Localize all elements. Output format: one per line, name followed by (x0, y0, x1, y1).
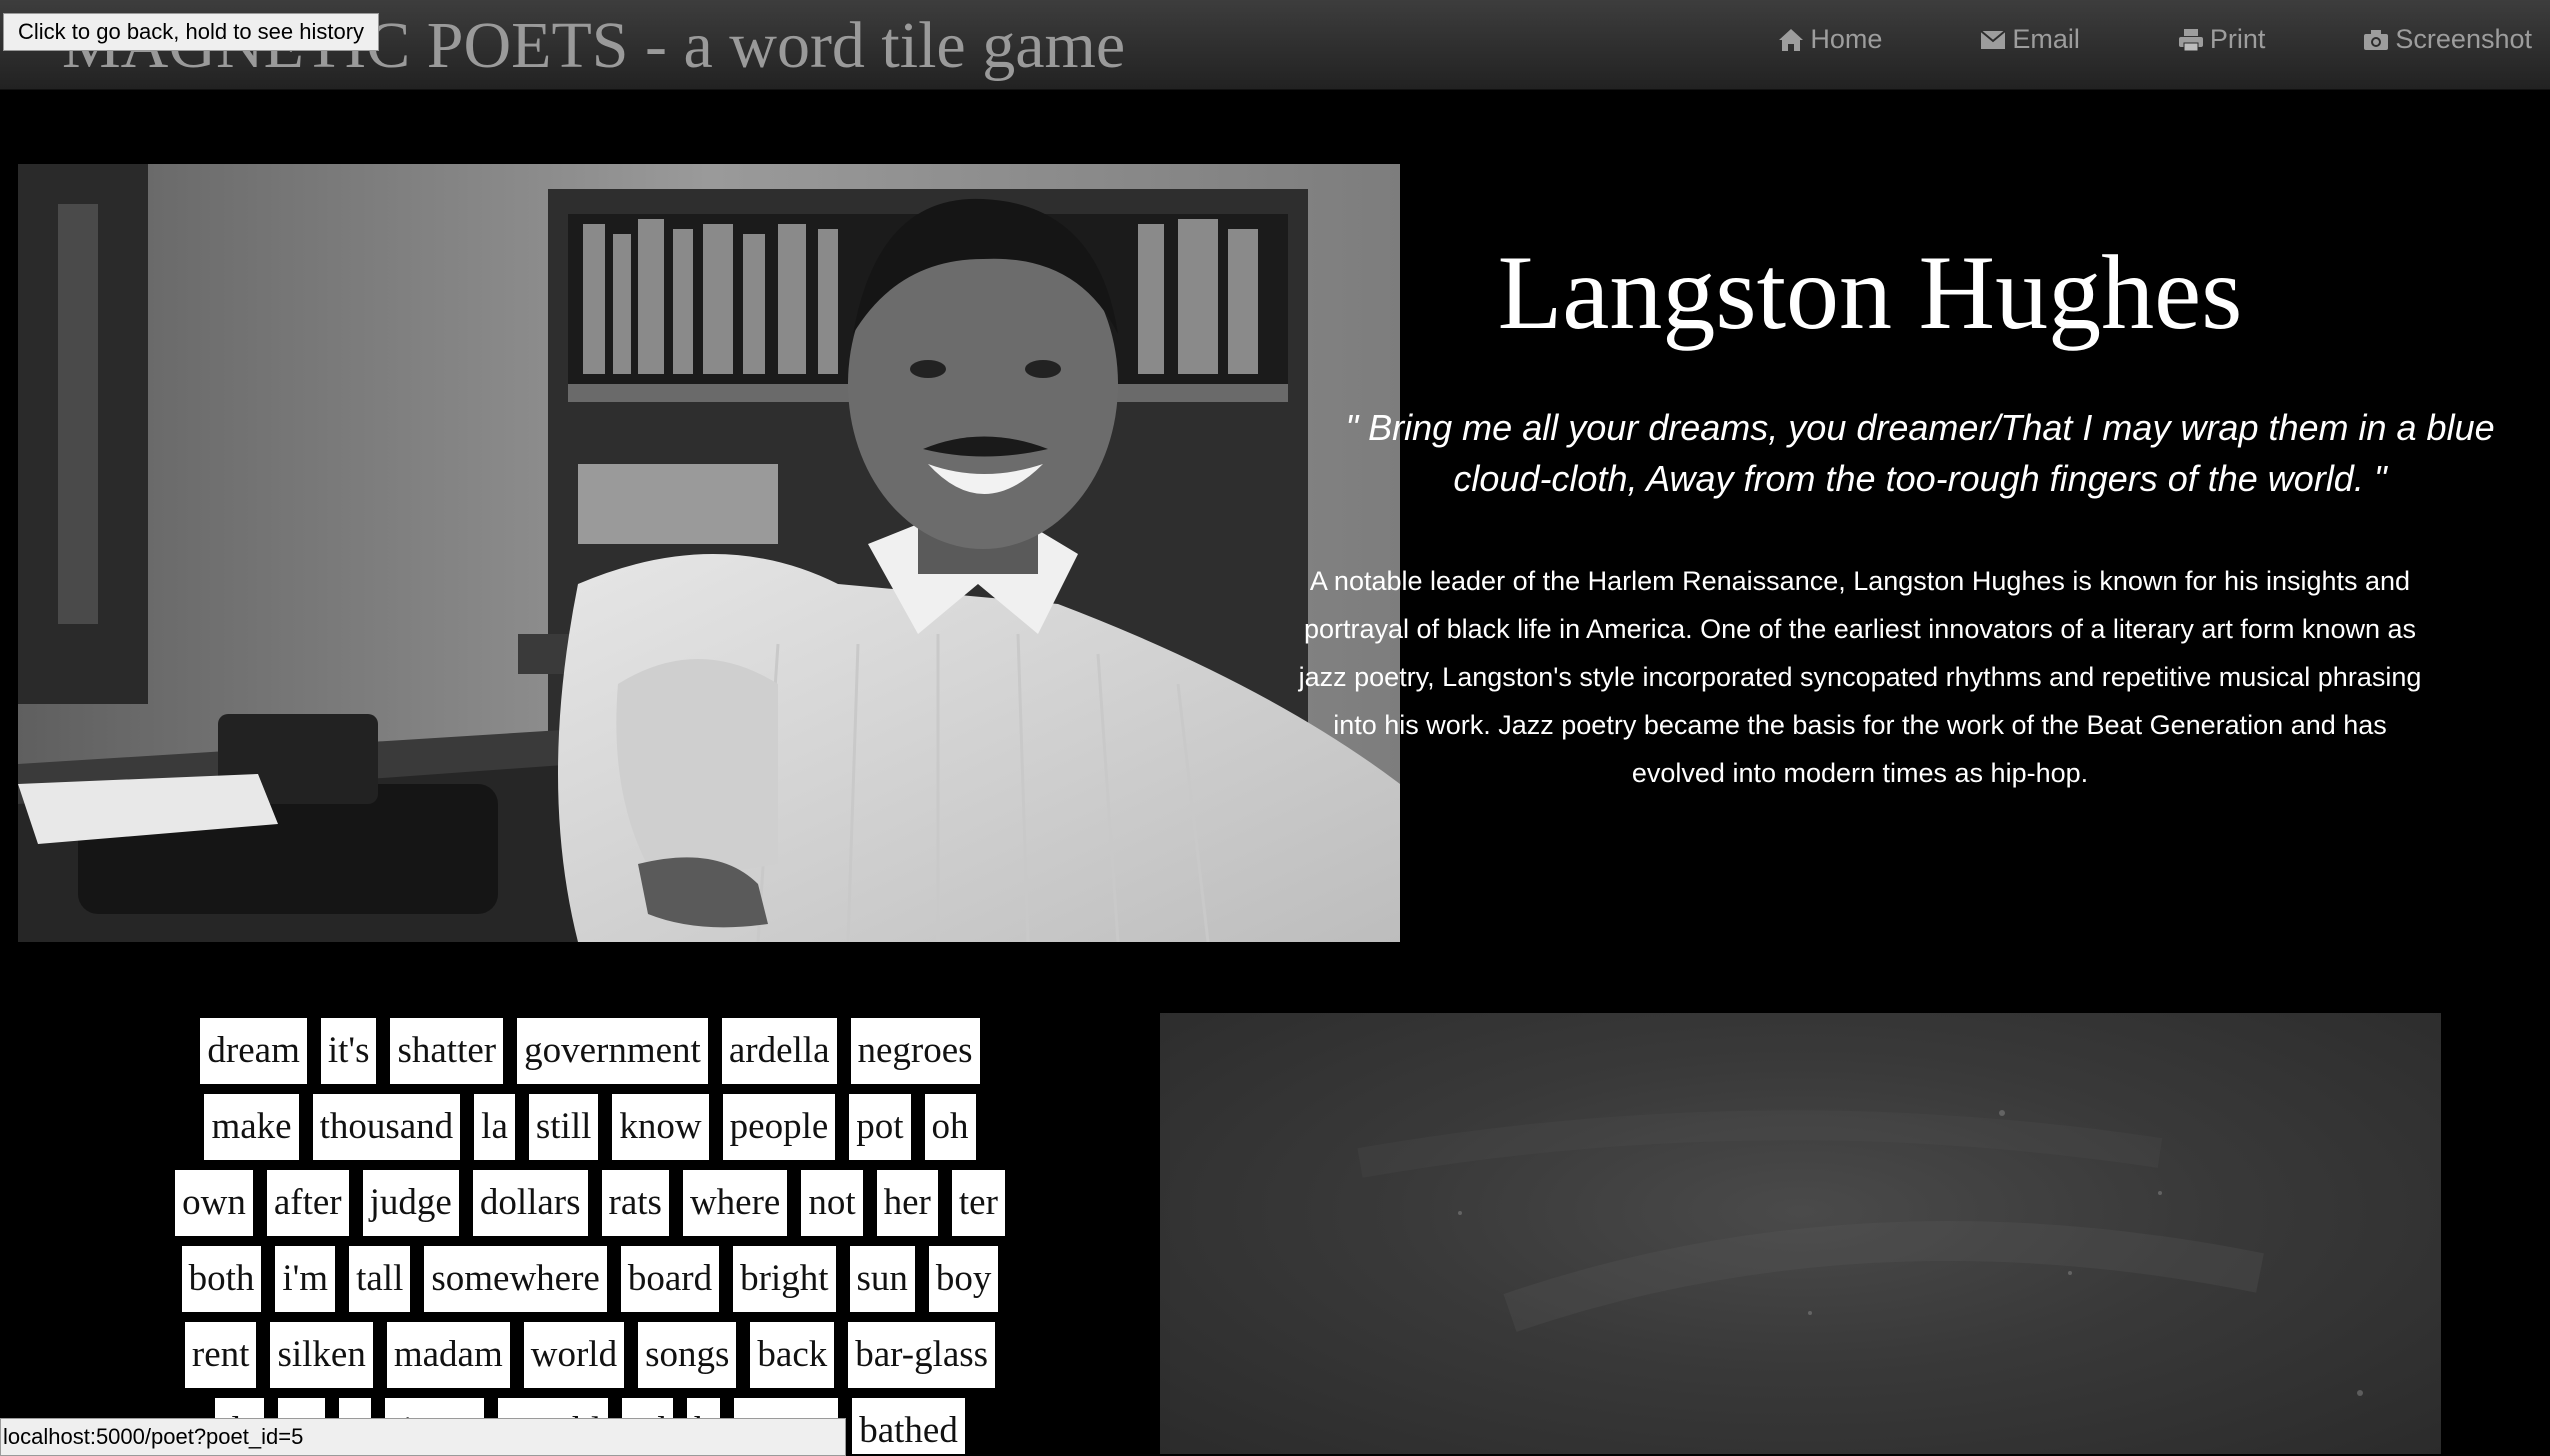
nav-links: Home Email Print Screenshot (1680, 24, 2532, 55)
nav-home-link[interactable]: Home (1778, 24, 1882, 55)
word-tile[interactable]: people (722, 1094, 836, 1160)
nav-email-label: Email (2012, 24, 2080, 54)
nav-screenshot-label: Screenshot (2395, 24, 2532, 54)
poet-quote: " Bring me all your dreams, you dreamer/… (1345, 407, 2495, 499)
tile-row: dream it's shatter government ardella negroes (140, 1018, 1040, 1084)
home-icon (1779, 28, 1804, 51)
word-tile[interactable]: thousand (312, 1094, 461, 1160)
nav-print-link[interactable]: Print (2178, 24, 2266, 55)
word-tile[interactable]: la (474, 1094, 515, 1160)
word-tile[interactable]: know (612, 1094, 709, 1160)
word-tile[interactable]: still (528, 1094, 599, 1160)
word-tile[interactable]: judge (362, 1170, 459, 1236)
nav-home-label: Home (1810, 24, 1883, 54)
tile-row: both i'm tall somewhere board bright sun boy (140, 1246, 1040, 1312)
word-tile[interactable]: government (517, 1018, 708, 1084)
word-tile[interactable]: board (620, 1246, 720, 1312)
word-tile[interactable]: not (801, 1170, 863, 1236)
word-tile[interactable]: ardella (721, 1018, 837, 1084)
word-tile[interactable]: after (266, 1170, 349, 1236)
word-tile[interactable]: rats (601, 1170, 669, 1236)
word-tile[interactable]: world (523, 1322, 625, 1388)
tile-row: make thousand la still know people pot oh (140, 1094, 1040, 1160)
chalk-texture (1357, 1110, 2363, 1396)
word-tile[interactable]: both (181, 1246, 262, 1312)
word-tile[interactable]: somewhere (424, 1246, 607, 1312)
word-tile[interactable]: dream (200, 1018, 307, 1084)
word-tile[interactable]: madam (386, 1322, 510, 1388)
chalkboard-canvas[interactable] (1160, 1013, 2441, 1454)
word-tile[interactable]: it's (320, 1018, 377, 1084)
word-tile[interactable]: tall (349, 1246, 411, 1312)
word-tile[interactable]: pot (849, 1094, 911, 1160)
word-tile[interactable]: rent (184, 1322, 257, 1388)
poet-bio: A notable leader of the Harlem Renaissan… (1298, 566, 2422, 788)
word-tile[interactable]: songs (638, 1322, 737, 1388)
nav-screenshot-link[interactable]: Screenshot (2363, 24, 2532, 55)
envelope-icon (1980, 29, 2006, 49)
portrait-image (18, 164, 1400, 942)
word-tile[interactable]: ter (951, 1170, 1005, 1236)
word-tile[interactable]: negroes (850, 1018, 980, 1084)
word-tile[interactable]: bar-glass (848, 1322, 996, 1388)
word-tile[interactable]: back (750, 1322, 835, 1388)
print-icon (2178, 28, 2203, 51)
word-tile[interactable]: where (682, 1170, 788, 1236)
word-tile[interactable]: make (204, 1094, 299, 1160)
word-tile[interactable]: sun (849, 1246, 915, 1312)
word-tile[interactable]: silken (270, 1322, 373, 1388)
camera-icon (2364, 29, 2389, 50)
poet-name: Langston Hughes (1497, 234, 2243, 351)
top-navbar: MAGNETIC POETS - a word tile game Home E… (0, 0, 2550, 90)
word-tile-bank: dream it's shatter government ardella negroes… (140, 1018, 1040, 1454)
word-tile[interactable]: dollars (472, 1170, 588, 1236)
word-tile[interactable]: bathed (852, 1398, 965, 1454)
word-tile[interactable]: boy (928, 1246, 999, 1312)
back-button-tooltip: Click to go back, hold to see history (3, 13, 380, 51)
browser-status-bar: localhost:5000/poet?poet_id=5 (0, 1418, 846, 1456)
nav-print-label: Print (2209, 24, 2266, 54)
poet-portrait (18, 164, 1400, 942)
word-tile[interactable]: i'm (275, 1246, 336, 1312)
word-tile[interactable]: shatter (390, 1018, 504, 1084)
word-tile[interactable]: own (175, 1170, 253, 1236)
tile-row: rent silken madam world songs back bar-glass (140, 1322, 1040, 1388)
nav-email-link[interactable]: Email (1980, 24, 2080, 55)
tile-row: own after judge dollars rats where not her ter (140, 1170, 1040, 1236)
word-tile[interactable]: bright (733, 1246, 836, 1312)
word-tile[interactable]: her (876, 1170, 938, 1236)
word-tile[interactable]: oh (924, 1094, 976, 1160)
